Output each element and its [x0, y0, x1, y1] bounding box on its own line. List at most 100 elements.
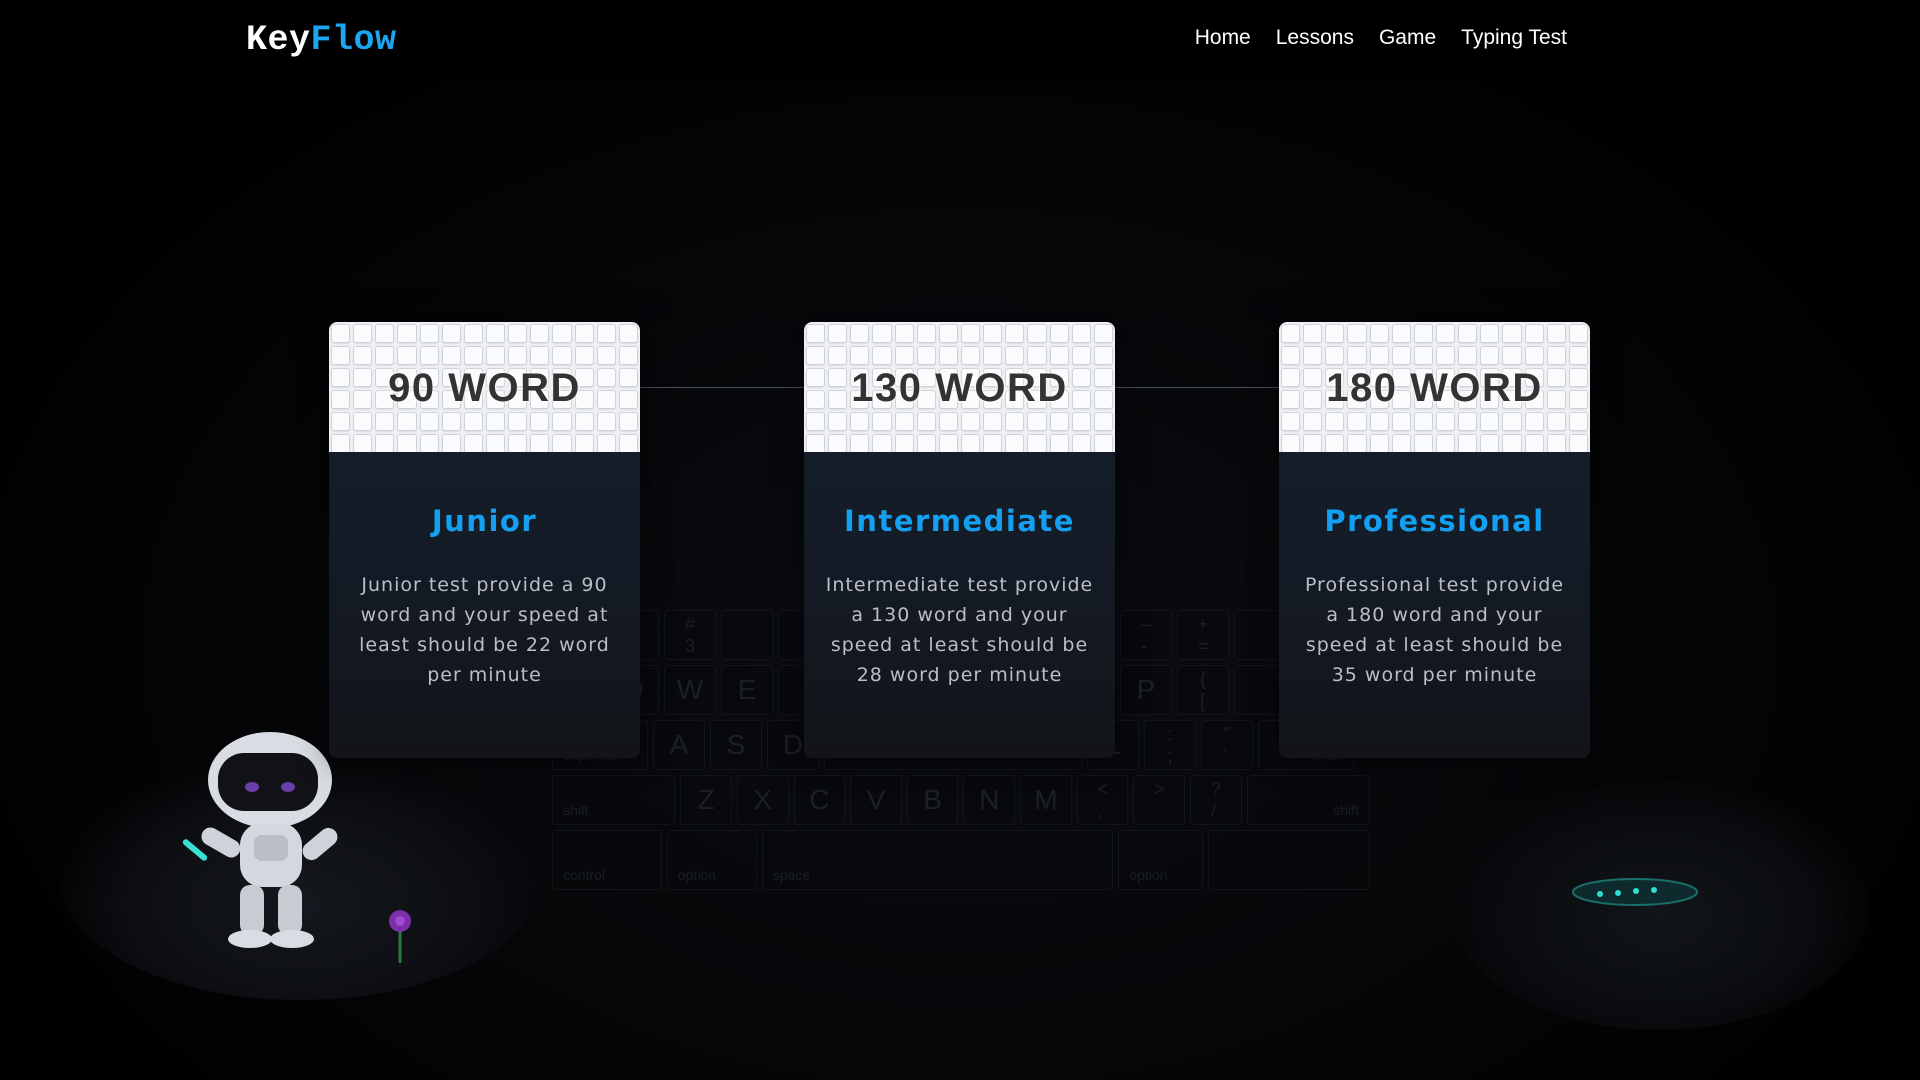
ufo-illustration: [1572, 878, 1698, 906]
keyboard-image-key: [1480, 346, 1500, 365]
keyboard-image-key: [1027, 412, 1047, 431]
nav-home[interactable]: Home: [1195, 26, 1251, 50]
keyboard-image-key: [938, 346, 958, 365]
keyboard-image-key: [552, 434, 572, 452]
keyboard-image-key: [397, 346, 417, 365]
keyboard-image-key: [1093, 346, 1113, 365]
bg-key-control: control: [552, 830, 662, 890]
keyboard-image-key: [375, 324, 395, 343]
keyboard-image-key: [530, 412, 550, 431]
card-image-text: 90 WORD: [388, 366, 581, 410]
keyboard-image-key: [441, 434, 461, 452]
keyboard-image-key: [508, 412, 528, 431]
keyboard-image-key: [1480, 434, 1500, 452]
bg-key-p: P: [1120, 665, 1172, 715]
keyboard-image-key: [1005, 346, 1025, 365]
card-professional[interactable]: 180 WORD Professional Professional test …: [1279, 322, 1590, 758]
bg-key: >.: [1133, 775, 1186, 825]
keyboard-image-key: [552, 412, 572, 431]
keyboard-image-key: [1369, 434, 1389, 452]
keyboard-image-key: [1568, 324, 1588, 343]
logo[interactable]: KeyFlow: [246, 20, 397, 60]
keyboard-image-key: [1071, 412, 1091, 431]
bg-key-x: X: [736, 775, 789, 825]
keyboard-image-key: [596, 324, 616, 343]
keyboard-image-key: [1524, 346, 1544, 365]
keyboard-image-key: [1413, 324, 1433, 343]
keyboard-image-key: [1369, 412, 1389, 431]
bg-keyboard-row: shift Z X C V B N M <, >. ? / shift: [552, 775, 1370, 825]
keyboard-image-key: [618, 412, 638, 431]
keyboard-image-key: [938, 412, 958, 431]
keyboard-image-key: [375, 434, 395, 452]
keyboard-image-key: [1093, 412, 1113, 431]
bg-key-w: W: [664, 665, 716, 715]
keyboard-image-key: [530, 434, 550, 452]
keyboard-image-key: [508, 324, 528, 343]
keyboard-image-key: [1347, 412, 1367, 431]
keyboard-image-key: [983, 434, 1003, 452]
keyboard-image-key: [508, 434, 528, 452]
nav-game[interactable]: Game: [1379, 26, 1436, 50]
keyboard-image-key: [485, 346, 506, 365]
keyboard-image-key: [894, 324, 914, 343]
keyboard-image-key: [916, 346, 936, 365]
keyboard-image-key: [1071, 434, 1091, 452]
keyboard-image-key: [828, 346, 848, 365]
keyboard-image-key: [485, 434, 506, 452]
keyboard-image-key: [1281, 434, 1301, 452]
keyboard-image-key: [1391, 434, 1411, 452]
keyboard-image-key: [1005, 434, 1025, 452]
bg-key: ? /: [1190, 775, 1242, 825]
keyboard-image-key: [375, 412, 395, 431]
bg-key-space: space: [761, 830, 1114, 890]
keyboard-image-key: [1303, 346, 1323, 365]
keyboard-image-key: [441, 412, 461, 431]
keyboard-image-key: [1303, 324, 1323, 343]
keyboard-image-key: [1071, 324, 1091, 343]
bg-key: #3: [664, 610, 716, 660]
keyboard-image-key: [463, 324, 483, 343]
nav-typing-test[interactable]: Typing Test: [1461, 26, 1567, 50]
keyboard-image-key: [331, 346, 351, 365]
keyboard-image-key: [1568, 346, 1588, 365]
card-image-text: 180 WORD: [1326, 366, 1543, 410]
keyboard-image-key: [463, 434, 483, 452]
card-image: 180 WORD: [1279, 322, 1590, 452]
keyboard-image-key: [1303, 412, 1323, 431]
card-junior[interactable]: 90 WORD Junior Junior test provide a 90 …: [329, 322, 640, 758]
bg-key-option-right-label: option: [1129, 867, 1168, 883]
keyboard-image-key: [1071, 346, 1091, 365]
card-image: 130 WORD: [804, 322, 1115, 452]
keyboard-image-key: [1281, 346, 1301, 365]
keyboard-image-key: [1303, 434, 1323, 452]
keyboard-image-key: [552, 346, 572, 365]
keyboard-image-key: [850, 324, 870, 343]
card-image-text: 130 WORD: [851, 366, 1068, 410]
bg-key-shift-right-label: shift: [1333, 802, 1359, 818]
keyboard-image-key: [1281, 412, 1301, 431]
keyboard-image-key: [353, 324, 373, 343]
keyboard-image-key: [828, 434, 848, 452]
keyboard-image-key: [1281, 324, 1301, 343]
keyboard-image-key: [1093, 324, 1113, 343]
bg-key: <,: [1076, 775, 1129, 825]
keyboard-image-key: [1413, 434, 1433, 452]
keyboard-image-key: [916, 412, 936, 431]
keyboard-image-key: [574, 412, 594, 431]
keyboard-image-key: [419, 412, 439, 431]
nav-lessons[interactable]: Lessons: [1276, 26, 1354, 50]
bg-key: :;: [1144, 720, 1196, 770]
keyboard-image-key: [552, 324, 572, 343]
keyboard-image-key: [1413, 412, 1433, 431]
keyboard-image-key: [397, 324, 417, 343]
keyboard-image-key: [1093, 434, 1113, 452]
keyboard-image-key: [574, 324, 594, 343]
keyboard-image-key: [916, 324, 936, 343]
keyboard-image-key: [618, 324, 638, 343]
keyboard-image-key: [1458, 434, 1478, 452]
keyboard-image-key: [1027, 324, 1047, 343]
card-intermediate[interactable]: 130 WORD Intermediate Intermediate test …: [804, 322, 1115, 758]
bg-key-shift-right: shift: [1246, 775, 1370, 825]
keyboard-image-key: [1049, 434, 1069, 452]
